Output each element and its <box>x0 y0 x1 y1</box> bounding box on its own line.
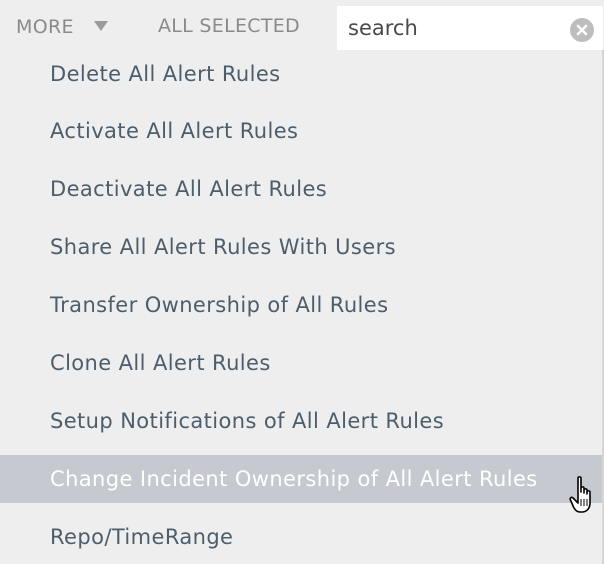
more-dropdown-button[interactable]: MORE <box>16 15 108 39</box>
search-input[interactable] <box>337 6 576 50</box>
search-box <box>337 6 603 50</box>
menu-item-clone-all[interactable]: Clone All Alert Rules <box>0 339 602 387</box>
menu-item-transfer-ownership[interactable]: Transfer Ownership of All Rules <box>0 281 602 329</box>
menu-item-delete-all[interactable]: Delete All Alert Rules <box>0 50 602 98</box>
menu-item-change-incident-ownership[interactable]: Change Incident Ownership of All Alert R… <box>0 455 602 503</box>
caret-down-icon <box>93 21 108 31</box>
more-dropdown-menu: Delete All Alert Rules Activate All Aler… <box>0 50 602 564</box>
menu-item-repo-timerange[interactable]: Repo/TimeRange <box>0 513 602 561</box>
menu-item-setup-notifications[interactable]: Setup Notifications of All Alert Rules <box>0 397 602 445</box>
more-label: MORE <box>16 16 74 38</box>
menu-item-deactivate-all[interactable]: Deactivate All Alert Rules <box>0 165 602 213</box>
close-circle-icon[interactable] <box>570 18 594 42</box>
all-selected-button[interactable]: ALL SELECTED <box>158 15 300 37</box>
menu-item-share-all[interactable]: Share All Alert Rules With Users <box>0 223 602 271</box>
toolbar: MORE ALL SELECTED <box>0 0 604 50</box>
menu-item-activate-all[interactable]: Activate All Alert Rules <box>0 107 602 155</box>
